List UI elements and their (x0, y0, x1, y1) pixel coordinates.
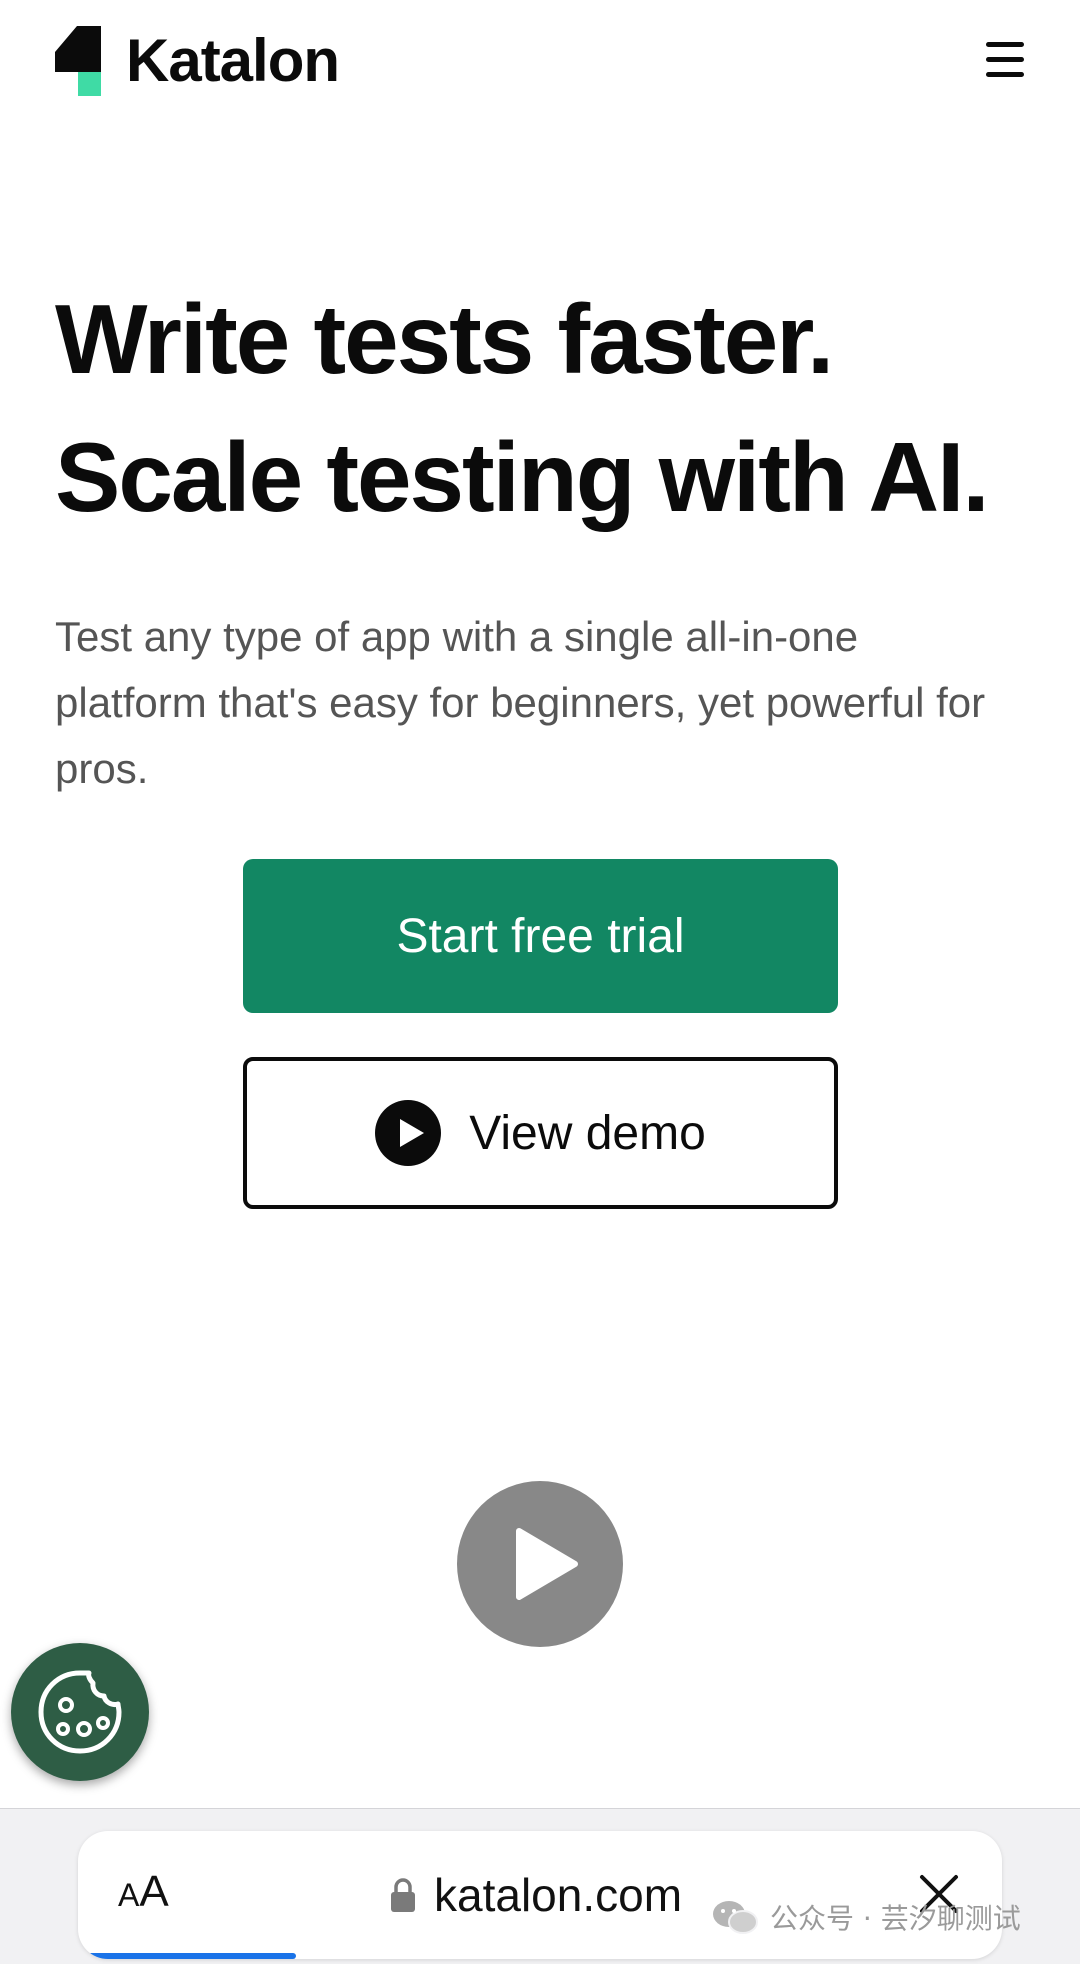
hero-title: Write tests faster. Scale testing with A… (55, 270, 1055, 546)
start-free-trial-button[interactable]: Start free trial (243, 859, 838, 1013)
view-demo-label: View demo (469, 1106, 706, 1160)
watermark: 公众号 · 芸汐聊测试 (712, 1897, 1021, 1937)
hero-title-line-2: Scale testing with AI. (55, 422, 990, 532)
text-size-small-glyph: A (118, 1877, 140, 1913)
site-header: Katalon (0, 0, 1080, 125)
hamburger-menu-icon[interactable] (982, 40, 1028, 80)
browser-toolbar: A A katalon.com (0, 1808, 1080, 1964)
hero-title-line-1: Write tests faster. (55, 284, 834, 394)
view-demo-button[interactable]: View demo (243, 1057, 838, 1209)
cookie-icon (38, 1670, 122, 1754)
url-text: katalon.com (434, 1869, 683, 1921)
hero-subtitle: Test any type of app with a single all-i… (55, 613, 986, 792)
url-display[interactable]: katalon.com (390, 1865, 682, 1925)
play-circle-icon (375, 1100, 442, 1166)
page-load-progress (88, 1953, 992, 1959)
cookie-settings-button[interactable] (11, 1643, 149, 1781)
watermark-text: 公众号 · 芸汐聊测试 (770, 1902, 1021, 1935)
logo-text: Katalon (126, 27, 340, 94)
page-load-progress-fill (88, 1953, 296, 1959)
text-size-button[interactable]: A A (118, 1867, 169, 1923)
start-free-trial-label: Start free trial (396, 909, 685, 963)
lock-icon (390, 1877, 416, 1913)
text-size-big-glyph: A (139, 1867, 169, 1916)
katalon-logo[interactable]: Katalon (55, 26, 340, 96)
wechat-icon (712, 1899, 758, 1935)
address-bar[interactable]: A A katalon.com (78, 1831, 1002, 1959)
video-play-icon[interactable] (457, 1481, 623, 1647)
katalon-logo-mark-icon (55, 26, 101, 96)
